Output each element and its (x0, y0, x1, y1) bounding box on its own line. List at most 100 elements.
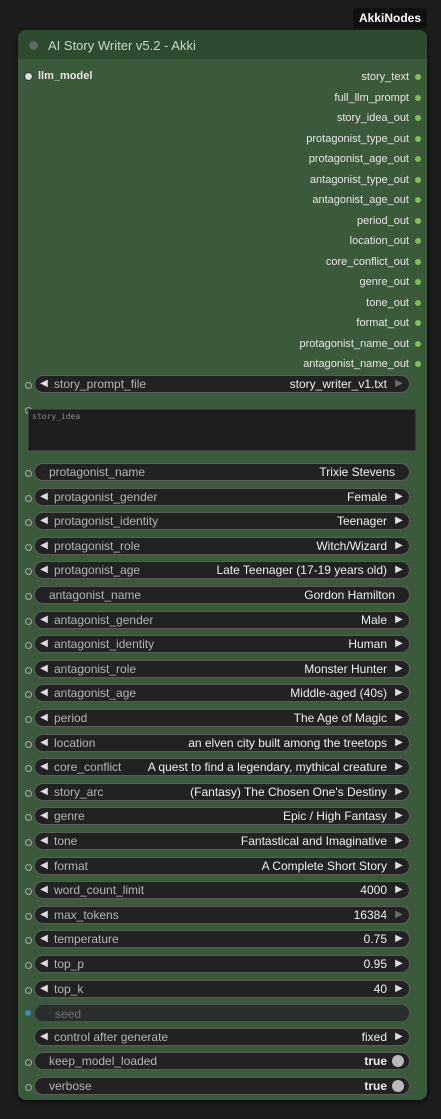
output-slot-dot-icon[interactable] (415, 259, 421, 265)
increment-arrow-icon[interactable]: ▶ (394, 663, 404, 675)
seed-widget[interactable]: seed (34, 1004, 410, 1022)
output-antagonist-name-out[interactable]: antagonist_name_out (303, 357, 421, 371)
increment-arrow-icon[interactable]: ▶ (394, 933, 404, 945)
top-p-slot[interactable] (25, 962, 32, 969)
output-genre-out[interactable]: genre_out (359, 275, 421, 289)
core-conflict-widget[interactable]: ◀ core_conflict A quest to find a legendar… (34, 758, 410, 776)
decrement-arrow-icon[interactable]: ◀ (39, 737, 49, 749)
decrement-arrow-icon[interactable]: ◀ (39, 786, 49, 798)
increment-arrow-icon[interactable]: ▶ (394, 737, 404, 749)
word-count-limit-slot[interactable] (25, 888, 32, 895)
decrement-arrow-icon[interactable]: ◀ (39, 687, 49, 699)
story-arc-slot[interactable] (25, 790, 32, 797)
word-count-limit-widget[interactable]: ◀ word_count_limit 4000 ▶ (34, 881, 410, 899)
decrement-arrow-icon[interactable]: ◀ (39, 540, 49, 552)
story-arc-widget[interactable]: ◀ story_arc (Fantasy) The Chosen One's Des… (34, 783, 410, 801)
tone-widget[interactable]: ◀ tone Fantastical and Imaginative ▶ (34, 832, 410, 850)
decrement-arrow-icon[interactable]: ◀ (39, 835, 49, 847)
tone-slot[interactable] (25, 839, 32, 846)
output-slot-dot-icon[interactable] (415, 95, 421, 101)
protagonist-age-widget[interactable]: ◀ protagonist_age Late Teenager (17-19 yea… (34, 561, 410, 579)
output-slot-dot-icon[interactable] (415, 238, 421, 244)
verbose-slot[interactable] (25, 1084, 32, 1091)
protagonist-identity-slot[interactable] (25, 519, 32, 526)
output-period-out[interactable]: period_out (357, 214, 421, 228)
output-slot-dot-icon[interactable] (415, 320, 421, 326)
antagonist-identity-slot[interactable] (25, 642, 32, 649)
max-tokens-slot[interactable] (25, 913, 32, 920)
increment-arrow-icon[interactable]: ▶ (394, 884, 404, 896)
output-protagonist-age-out[interactable]: protagonist_age_out (309, 152, 421, 166)
decrement-arrow-icon[interactable]: ◀ (39, 909, 49, 921)
antagonist-name-slot[interactable] (25, 593, 32, 600)
protagonist-identity-widget[interactable]: ◀ protagonist_identity Teenager ▶ (34, 512, 410, 530)
decrement-arrow-icon[interactable]: ◀ (39, 515, 49, 527)
increment-arrow-icon[interactable]: ▶ (394, 810, 404, 822)
keep-model-loaded-slot[interactable] (25, 1059, 32, 1066)
period-slot[interactable] (25, 716, 32, 723)
temperature-widget[interactable]: ◀ temperature 0.75 ▶ (34, 930, 410, 948)
output-slot-dot-icon[interactable] (415, 197, 421, 203)
decrement-arrow-icon[interactable]: ◀ (39, 614, 49, 626)
protagonist-name-widget[interactable]: protagonist_name Trixie Stevens (34, 463, 410, 481)
verbose-toggle[interactable]: verbose true (34, 1077, 410, 1095)
increment-arrow-icon[interactable]: ▶ (394, 491, 404, 503)
story-writer-node[interactable]: AI Story Writer v5.2 - Akki llm_model st… (18, 30, 427, 1100)
increment-arrow-icon[interactable]: ▶ (394, 687, 404, 699)
decrement-arrow-icon[interactable]: ◀ (39, 491, 49, 503)
output-format-out[interactable]: format_out (356, 316, 421, 330)
increment-arrow-icon[interactable]: ▶ (394, 638, 404, 650)
format-slot[interactable] (25, 864, 32, 871)
decrement-arrow-icon[interactable]: ◀ (39, 810, 49, 822)
antagonist-identity-widget[interactable]: ◀ antagonist_identity Human ▶ (34, 635, 410, 653)
protagonist-gender-widget[interactable]: ◀ protagonist_gender Female ▶ (34, 488, 410, 506)
location-slot[interactable] (25, 741, 32, 748)
output-protagonist-name-out[interactable]: protagonist_name_out (300, 337, 421, 351)
protagonist-name-slot[interactable] (25, 470, 32, 477)
decrement-arrow-icon[interactable]: ◀ (39, 378, 49, 390)
increment-arrow-icon[interactable]: ▶ (394, 712, 404, 724)
protagonist-role-widget[interactable]: ◀ protagonist_role Witch/Wizard ▶ (34, 537, 410, 555)
output-slot-dot-icon[interactable] (415, 218, 421, 224)
output-slot-dot-icon[interactable] (415, 136, 421, 142)
toggle-knob-icon[interactable] (392, 1055, 404, 1067)
antagonist-age-slot[interactable] (25, 691, 32, 698)
story-prompt-file-widget[interactable]: ◀ story_prompt_file story_writer_v1.txt … (34, 375, 410, 393)
output-story-idea-out[interactable]: story_idea_out (337, 111, 421, 125)
keep-model-loaded-toggle[interactable]: keep_model_loaded true (34, 1052, 410, 1070)
node-title-bar[interactable]: AI Story Writer v5.2 - Akki (18, 30, 427, 59)
collapse-dot-icon[interactable] (29, 41, 38, 50)
decrement-arrow-icon[interactable]: ◀ (39, 860, 49, 872)
antagonist-name-widget[interactable]: antagonist_name Gordon Hamilton (34, 586, 410, 604)
increment-arrow-icon[interactable]: ▶ (394, 835, 404, 847)
protagonist-gender-slot[interactable] (25, 495, 32, 502)
seed-input-slot[interactable] (25, 1010, 31, 1016)
top-p-widget[interactable]: ◀ top_p 0.95 ▶ (34, 955, 410, 973)
location-widget[interactable]: ◀ location an elven city built among the t… (34, 734, 410, 752)
increment-arrow-icon[interactable]: ▶ (394, 860, 404, 872)
increment-arrow-icon[interactable]: ▶ (394, 614, 404, 626)
increment-arrow-icon[interactable]: ▶ (394, 540, 404, 552)
protagonist-role-slot[interactable] (25, 544, 32, 551)
story-prompt-file-slot[interactable] (25, 382, 32, 389)
decrement-arrow-icon[interactable]: ◀ (39, 761, 49, 773)
decrement-arrow-icon[interactable]: ◀ (39, 712, 49, 724)
decrement-arrow-icon[interactable]: ◀ (39, 983, 49, 995)
output-protagonist-type-out[interactable]: protagonist_type_out (306, 132, 421, 146)
genre-slot[interactable] (25, 814, 32, 821)
antagonist-gender-slot[interactable] (25, 618, 32, 625)
decrement-arrow-icon[interactable]: ◀ (39, 638, 49, 650)
antagonist-age-widget[interactable]: ◀ antagonist_age Middle-aged (40s) ▶ (34, 684, 410, 702)
core-conflict-slot[interactable] (25, 765, 32, 772)
output-slot-dot-icon[interactable] (415, 300, 421, 306)
decrement-arrow-icon[interactable]: ◀ (39, 1031, 49, 1043)
decrement-arrow-icon[interactable]: ◀ (39, 663, 49, 675)
format-widget[interactable]: ◀ format A Complete Short Story ▶ (34, 857, 410, 875)
output-slot-dot-icon[interactable] (415, 74, 421, 80)
increment-arrow-icon[interactable]: ▶ (394, 1031, 404, 1043)
increment-arrow-icon[interactable]: ▶ (394, 564, 404, 576)
antagonist-gender-widget[interactable]: ◀ antagonist_gender Male ▶ (34, 611, 410, 629)
output-tone-out[interactable]: tone_out (366, 296, 421, 310)
increment-arrow-icon[interactable]: ▶ (394, 958, 404, 970)
output-slot-dot-icon[interactable] (415, 115, 421, 121)
